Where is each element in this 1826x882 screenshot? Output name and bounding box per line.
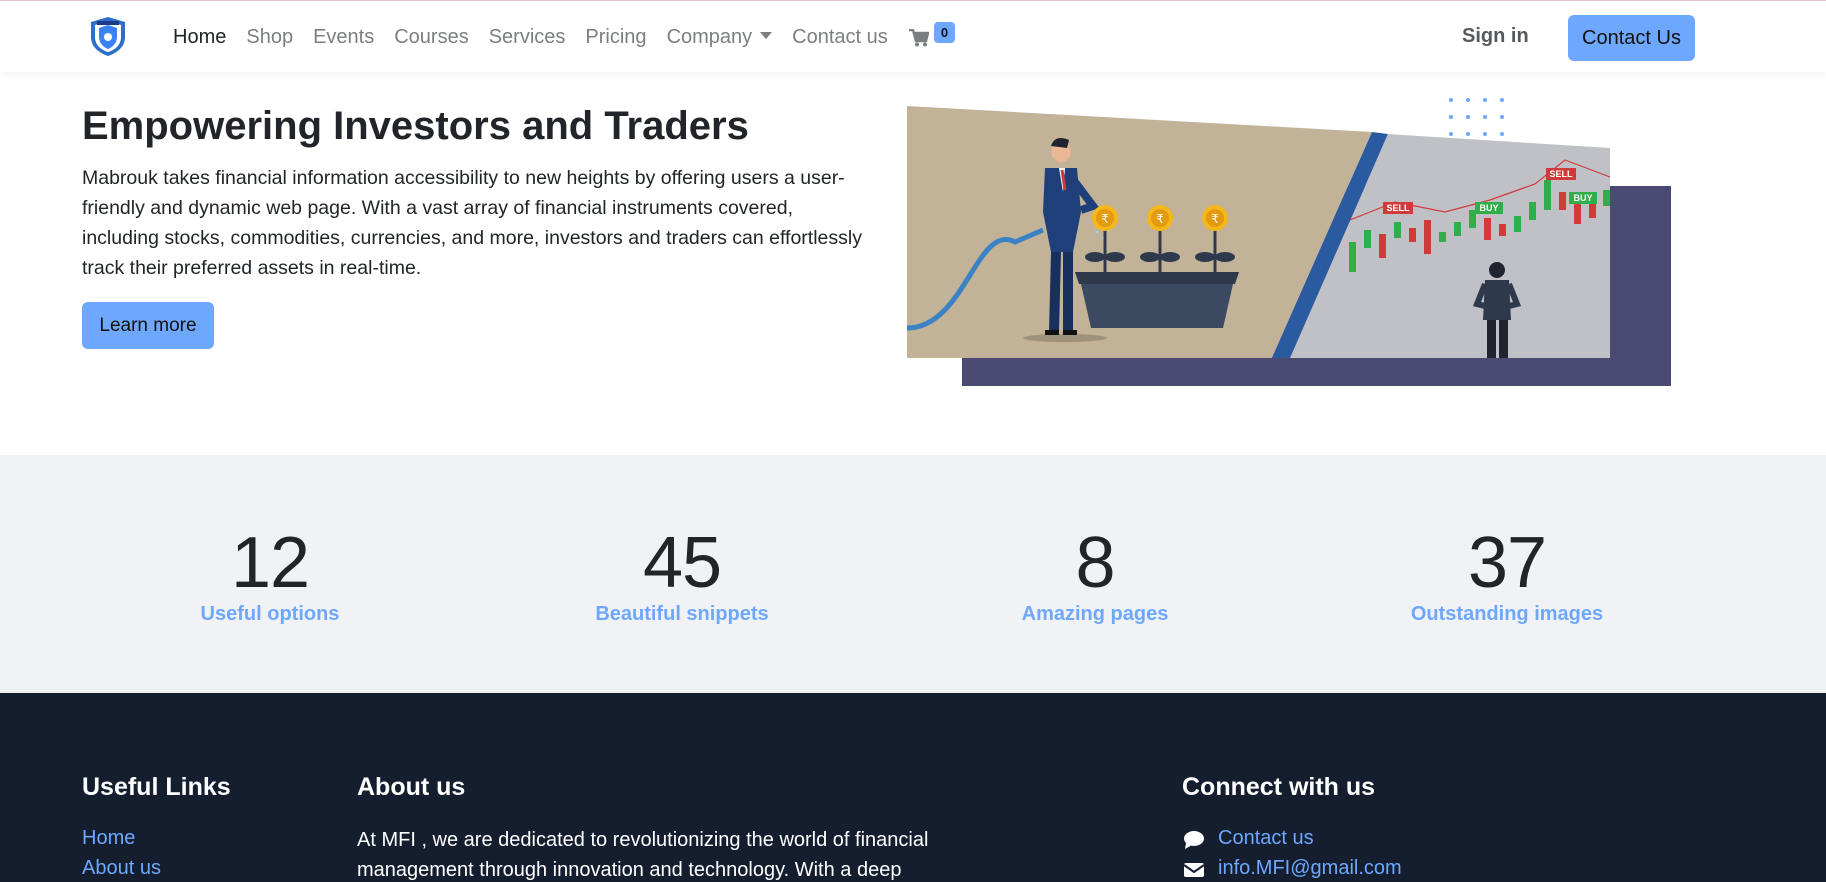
stat-label: Outstanding images xyxy=(1410,603,1604,625)
nav-pricing[interactable]: Pricing xyxy=(585,26,646,49)
stat-label: Amazing pages xyxy=(1021,603,1169,625)
footer-email-link[interactable]: info.MFI@gmail.com xyxy=(1218,857,1402,880)
about-us-heading: About us xyxy=(357,773,466,801)
nav-company-dropdown[interactable]: Company xyxy=(667,26,773,49)
stat-value: 37 xyxy=(1467,523,1547,603)
coin-symbol: ₹ xyxy=(1156,212,1164,226)
about-us-text: At MFI , we are dedicated to revolutioni… xyxy=(357,829,929,881)
nav-contact[interactable]: Contact us xyxy=(792,26,888,49)
main-nav: Home Shop Events Courses Services Pricin… xyxy=(173,1,908,73)
stat-item: 45 Beautiful snippets xyxy=(532,525,832,626)
footer-link-about[interactable]: About us xyxy=(82,857,161,880)
buy-tag: BUY xyxy=(1479,203,1498,213)
nav-shop[interactable]: Shop xyxy=(246,26,293,49)
chevron-down-icon xyxy=(760,31,773,39)
stat-item: 12 Useful options xyxy=(120,525,420,626)
contact-us-button[interactable]: Contact Us xyxy=(1568,15,1695,61)
useful-links-heading: Useful Links xyxy=(82,773,231,801)
cart-button[interactable]: 0 xyxy=(909,22,959,53)
hero-description: Mabrouk takes financial information acce… xyxy=(82,167,862,279)
stat-item: 8 Amazing pages xyxy=(945,525,1245,626)
learn-more-button[interactable]: Learn more xyxy=(82,302,214,349)
sell-tag: SELL xyxy=(1386,203,1410,213)
nav-services[interactable]: Services xyxy=(489,26,566,49)
stat-item: 37 Outstanding images xyxy=(1357,525,1657,626)
stat-label: Useful options xyxy=(200,603,340,625)
nav-events[interactable]: Events xyxy=(313,26,374,49)
navbar: Home Shop Events Courses Services Pricin… xyxy=(0,0,1826,72)
buy-tag: BUY xyxy=(1573,193,1592,203)
coin-symbol: ₹ xyxy=(1101,212,1109,226)
coin-symbol: ₹ xyxy=(1211,212,1219,226)
stat-value: 8 xyxy=(1075,523,1115,603)
hero-illustration: ₹ ₹ ₹ SELL BUY SELL BUY xyxy=(906,98,1671,386)
footer-link-home[interactable]: Home xyxy=(82,827,135,850)
footer: Useful Links Home About us About us At M… xyxy=(0,693,1826,882)
envelope-icon xyxy=(1183,863,1205,877)
stat-value: 12 xyxy=(230,523,310,603)
footer-contact-link[interactable]: Contact us xyxy=(1218,827,1314,850)
nav-courses[interactable]: Courses xyxy=(394,26,468,49)
nav-company-label: Company xyxy=(666,25,753,48)
sign-in-link[interactable]: Sign in xyxy=(1462,25,1529,48)
shield-logo-icon[interactable] xyxy=(87,15,129,57)
nav-home[interactable]: Home xyxy=(173,26,226,49)
hero-title: Empowering Investors and Traders xyxy=(82,104,749,148)
stat-value: 45 xyxy=(642,523,722,603)
connect-heading: Connect with us xyxy=(1182,773,1376,801)
cart-count-badge: 0 xyxy=(934,22,955,43)
chat-bubble-icon xyxy=(1184,831,1204,849)
cart-icon xyxy=(909,29,929,47)
stats-section: 12 Useful options 45 Beautiful snippets … xyxy=(0,455,1826,693)
sell-tag: SELL xyxy=(1549,169,1573,179)
stat-label: Beautiful snippets xyxy=(595,603,769,625)
